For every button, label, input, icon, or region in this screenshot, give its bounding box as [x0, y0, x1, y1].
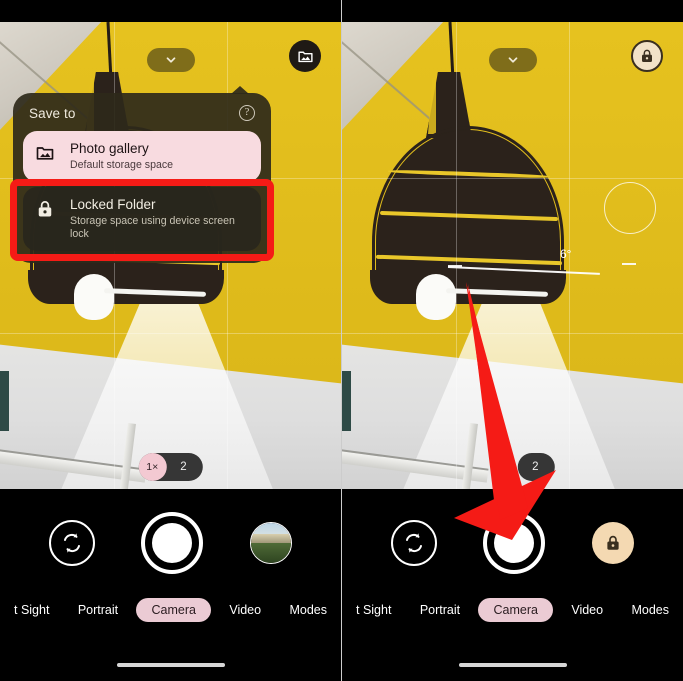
sheet-header: Save to ? — [23, 102, 261, 131]
save-option-title: Locked Folder — [70, 197, 156, 212]
level-indicator: 6° — [447, 247, 638, 287]
panel-divider — [341, 0, 342, 681]
shutter-button[interactable] — [483, 512, 546, 574]
lock-icon — [35, 196, 57, 224]
left-top-controls — [0, 22, 341, 92]
save-option-text: Photo gallery Default storage space — [70, 140, 249, 172]
camera-flip-button[interactable] — [391, 520, 438, 566]
right-status-bar — [342, 0, 683, 22]
lock-icon — [642, 49, 652, 62]
shutter-button[interactable] — [141, 512, 204, 574]
zoom-level-2x[interactable]: 2 — [166, 461, 202, 473]
locked-folder-wrapper: Locked Folder Storage space using device… — [10, 179, 274, 261]
level-angle-label: 6° — [560, 247, 572, 261]
sheet-notch — [231, 86, 249, 94]
mode-night-sight[interactable]: t Sight — [346, 598, 401, 622]
save-to-gallery-button[interactable] — [289, 40, 321, 72]
mode-portrait[interactable]: Portrait — [68, 598, 128, 622]
mode-video[interactable]: Video — [561, 598, 613, 622]
locked-folder-indicator-button[interactable] — [631, 40, 663, 72]
chevron-down-pill[interactable] — [488, 48, 537, 72]
locked-folder-chip[interactable] — [591, 522, 634, 564]
camera-flip-icon — [406, 533, 423, 553]
save-option-subtitle: Default storage space — [70, 159, 174, 171]
left-mode-selector: t Sight Portrait Camera Video Modes — [0, 593, 341, 627]
lock-icon — [607, 535, 619, 550]
mode-portrait[interactable]: Portrait — [410, 598, 470, 622]
left-bottom-bar: t Sight Portrait Camera Video Modes — [0, 489, 341, 681]
sheet-title: Save to — [29, 105, 76, 121]
right-bottom-bar: t Sight Portrait Camera Video Modes — [342, 489, 683, 681]
left-zoom-control[interactable]: 1× 2 — [138, 453, 203, 481]
right-phone-screenshot: 6° 2 t Sight Portrait Camera Video Modes — [342, 0, 683, 681]
save-option-title: Photo gallery — [70, 141, 149, 156]
chevron-down-icon — [166, 57, 175, 63]
save-option-subtitle: Storage space using device screen lock — [70, 215, 235, 240]
home-gesture-bar[interactable] — [458, 663, 567, 667]
screenshot-stage: 1× 2 Save to ? Photo gallery Default sto… — [0, 0, 683, 681]
right-mode-selector: t Sight Portrait Camera Video Modes — [342, 593, 683, 627]
help-circle-icon[interactable]: ? — [239, 105, 255, 121]
zoom-level-active[interactable]: 1× — [138, 453, 167, 481]
left-camera-controls — [0, 505, 341, 581]
mode-modes[interactable]: Modes — [279, 598, 337, 622]
right-camera-controls — [342, 505, 683, 581]
camera-flip-button[interactable] — [49, 520, 96, 566]
mode-night-sight[interactable]: t Sight — [4, 598, 59, 622]
mode-camera[interactable]: Camera — [478, 598, 553, 622]
teal-strip — [0, 371, 9, 431]
mode-video[interactable]: Video — [219, 598, 271, 622]
save-option-photo-gallery[interactable]: Photo gallery Default storage space — [23, 131, 261, 182]
level-tick-right — [622, 263, 636, 265]
lamp-rim — [28, 270, 224, 304]
chevron-down-pill[interactable] — [146, 48, 195, 72]
right-viewfinder[interactable]: 6° — [342, 22, 683, 489]
camera-flip-icon — [64, 533, 81, 553]
photo-gallery-icon — [297, 51, 313, 62]
level-bar — [447, 266, 600, 275]
chevron-down-icon — [508, 57, 517, 63]
teal-strip — [342, 371, 351, 431]
photo-thumbnail[interactable] — [249, 522, 292, 564]
save-option-text: Locked Folder Storage space using device… — [70, 196, 249, 241]
zoom-level-2x[interactable]: 2 — [518, 461, 554, 473]
right-zoom-control[interactable]: 2 — [518, 453, 555, 481]
left-status-bar — [0, 0, 341, 22]
mode-modes[interactable]: Modes — [621, 598, 679, 622]
home-gesture-bar[interactable] — [116, 663, 225, 667]
left-phone-screenshot: 1× 2 Save to ? Photo gallery Default sto… — [0, 0, 341, 681]
save-to-sheet: Save to ? Photo gallery Default storage … — [10, 86, 274, 263]
focus-ring[interactable] — [604, 182, 656, 234]
save-option-locked-folder[interactable]: Locked Folder Storage space using device… — [23, 187, 261, 251]
mode-camera[interactable]: Camera — [136, 598, 211, 622]
thumbnail-grass — [250, 543, 291, 563]
right-top-controls — [342, 22, 683, 92]
lamp-bulb — [74, 274, 114, 320]
photo-gallery-icon — [35, 140, 57, 168]
